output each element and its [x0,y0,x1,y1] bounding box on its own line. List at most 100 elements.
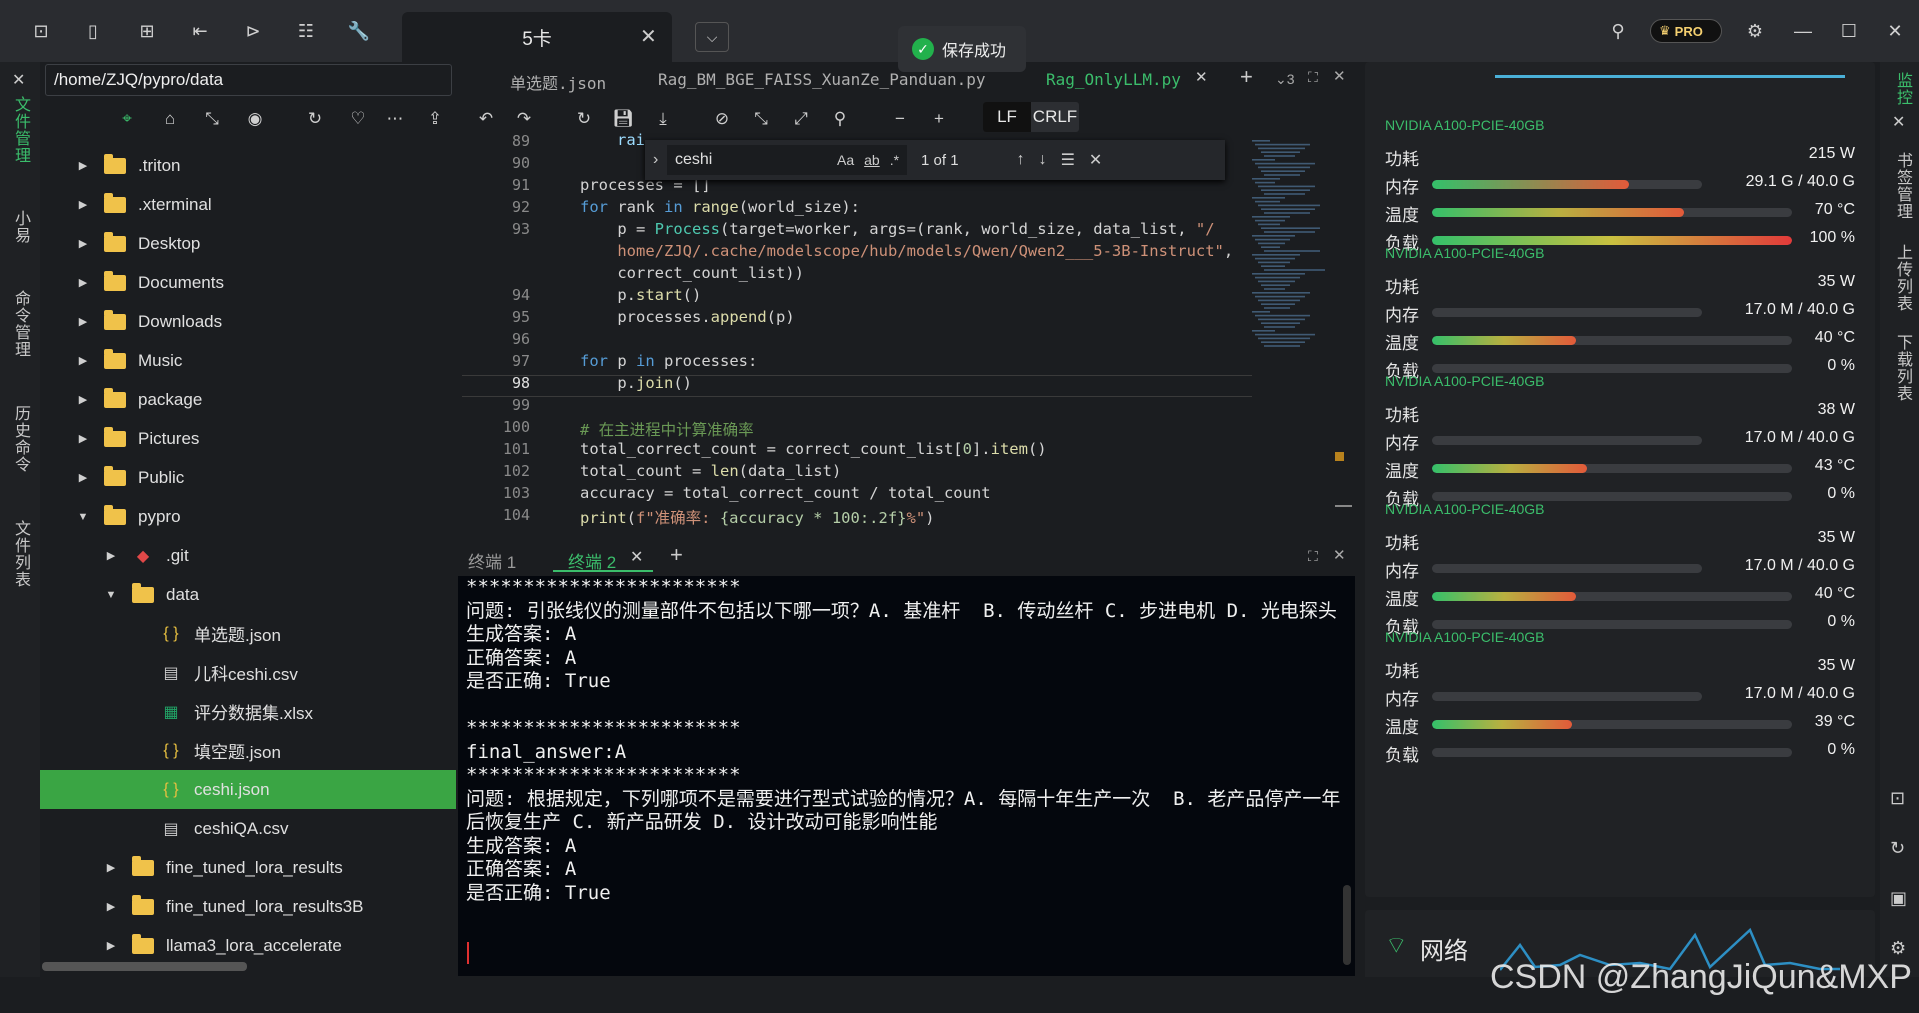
tab-single-choice-json[interactable]: 单选题.json [510,70,606,94]
chevron-down-icon[interactable]: ⌵ [695,22,729,52]
locate-icon[interactable]: ⌖ [112,104,142,134]
minimize-icon[interactable]: — [1790,18,1816,44]
chevron-right-icon[interactable]: ▶ [104,861,118,874]
tree-item[interactable]: { } 单选题.json [40,614,456,653]
undo-icon[interactable]: ↶ [470,104,502,134]
zoom-in-icon[interactable]: + [923,104,955,134]
home-icon[interactable]: ⌂ [155,104,185,134]
rail-xiaoyi[interactable]: 小易 [8,210,32,244]
chevron-right-icon[interactable]: ▶ [76,471,90,484]
terminal-scrollbar[interactable] [1343,885,1351,965]
compass-icon[interactable]: ⊘ [706,104,738,134]
add-tab-icon[interactable]: + [1240,64,1253,90]
chevron-right-icon[interactable]: ▶ [76,198,90,211]
selection-icon[interactable]: ☰ [1061,150,1075,170]
regex-toggle[interactable]: .* [890,152,899,168]
refresh-icon[interactable]: ↻ [300,104,330,134]
maximize-icon[interactable]: ⛶ [1308,69,1318,86]
chevron-right-icon[interactable]: ▶ [76,315,90,328]
window-close-icon[interactable]: ✕ [1882,18,1908,44]
pro-badge[interactable]: ♛ PRO [1650,19,1722,43]
close-icon[interactable]: ✕ [1333,67,1346,85]
close-icon[interactable]: ✕ [640,24,657,49]
wrench-icon[interactable]: 🔧 [346,18,372,44]
redo-icon[interactable]: ↷ [508,104,540,134]
tree-item[interactable]: { } ceshi.json [40,770,456,809]
reload-icon[interactable]: ↻ [568,104,600,134]
tree-item[interactable]: ▶ llama3_lora_accelerate [40,926,456,965]
rail-upload-list[interactable]: 上传列表 [1890,244,1914,312]
refresh-icon[interactable]: ↻ [1890,838,1905,859]
session-tab[interactable]: 5卡 [402,12,672,62]
tab-terminal-2[interactable]: 终端 2 [568,548,616,573]
console-icon[interactable]: ⊳ [240,18,266,44]
tab-rag-bm-bge[interactable]: Rag_BM_BGE_FAISS_XuanZe_Panduan.py [658,70,986,89]
chevron-right-icon[interactable]: ▶ [104,900,118,913]
tree-item[interactable]: ▶ fine_tuned_lora_results [40,848,456,887]
close-icon[interactable]: ✕ [1333,546,1346,564]
close-icon[interactable]: ✕ [1089,150,1102,170]
add-terminal-icon[interactable]: + [670,542,683,568]
tree-item[interactable]: ▤ ceshiQA.csv [40,809,456,848]
match-case-toggle[interactable]: Aa [837,152,854,168]
close-icon[interactable]: ✕ [12,70,25,90]
code-minimap[interactable] [1250,138,1330,368]
terminal-output[interactable]: ************************ 问题: 引张线仪的测量部件不包… [458,576,1355,976]
chevron-right-icon[interactable]: ▶ [76,276,90,289]
tree-item[interactable]: ▶ ◆ .git [40,536,456,575]
rail-bookmarks[interactable]: 书签管理 [1890,152,1914,220]
arrow-down-icon[interactable]: ↓ [1039,151,1047,169]
tree-item[interactable]: ▶ .triton [40,146,456,185]
eye-icon[interactable]: ◉ [240,104,270,134]
rail-download-list[interactable]: 下载列表 [1890,334,1914,402]
save-icon[interactable]: 💾︎ [607,104,639,134]
arrow-up-icon[interactable]: ↑ [1017,151,1025,169]
chevron-right-icon[interactable]: ▶ [104,939,118,952]
chevron-right-icon[interactable]: ▶ [76,393,90,406]
tree-item[interactable]: ▶ .xterminal [40,185,456,224]
chevron-right-icon[interactable]: ▶ [104,549,118,562]
rail-file-manager[interactable]: 文件管理 [8,96,32,164]
tab-rag-onlyllm[interactable]: Rag_OnlyLLM.py [1046,70,1181,89]
bookmark-icon[interactable]: ▯ [80,18,106,44]
horizontal-scrollbar[interactable] [42,962,247,971]
tree-item[interactable]: ▤ 儿科ceshi.csv [40,653,456,692]
rail-monitor[interactable]: 监控 [1890,72,1914,106]
gear-icon[interactable]: ⚙ [1890,938,1906,959]
maximize-icon[interactable]: ☐ [1836,18,1862,44]
rail-history-commands[interactable]: 历史命令 [8,405,32,473]
chevron-down-icon[interactable]: ▼ [104,589,118,601]
tree-item[interactable]: ▶ Documents [40,263,456,302]
zoom-out-icon[interactable]: − [884,104,916,134]
terminal-icon[interactable]: ⊡ [28,18,54,44]
more-icon[interactable]: ⋯ [380,104,410,134]
shrink-icon[interactable]: ⤡ [745,104,777,134]
tree-item[interactable]: ▶ Downloads [40,302,456,341]
close-icon[interactable]: ✕ [1195,68,1208,86]
tree-item[interactable]: ▼ pypro [40,497,456,536]
tree-item[interactable]: ▦ 评分数据集.xlsx [40,692,456,731]
crlf-button[interactable]: CRLF [1031,102,1079,132]
tree-item[interactable]: ▶ Pictures [40,419,456,458]
chevron-right-icon[interactable]: ▶ [76,432,90,445]
rail-file-list[interactable]: 文件列表 [8,520,32,588]
tree-item[interactable]: ▶ Music [40,341,456,380]
download-icon[interactable]: ⤓ [647,104,679,134]
chevron-right-icon[interactable]: ▶ [76,237,90,250]
expand-icon[interactable]: ⤢ [785,104,817,134]
tree-item[interactable]: ▶ Desktop [40,224,456,263]
tree-item[interactable]: ▶ package [40,380,456,419]
chevron-right-icon[interactable]: ▶ [76,159,90,172]
split-icon[interactable]: ⇤ [187,18,213,44]
tab-count[interactable]: ⌄3 [1275,71,1295,88]
whole-word-toggle[interactable]: ab [864,152,880,168]
gear-icon[interactable]: ⚙ [1742,18,1768,44]
server-icon[interactable]: ☷ [293,18,319,44]
tab-terminal-1[interactable]: 终端 1 [468,548,516,573]
path-input[interactable]: /home/ZJQ/pypro/data [45,64,452,96]
lf-button[interactable]: LF [983,102,1031,132]
terminal-icon[interactable]: ⊡ [1890,788,1905,809]
maximize-icon[interactable]: ⛶ [1308,548,1318,565]
rail-command-manager[interactable]: 命令管理 [8,290,32,358]
chevron-right-icon[interactable]: › [653,151,658,169]
